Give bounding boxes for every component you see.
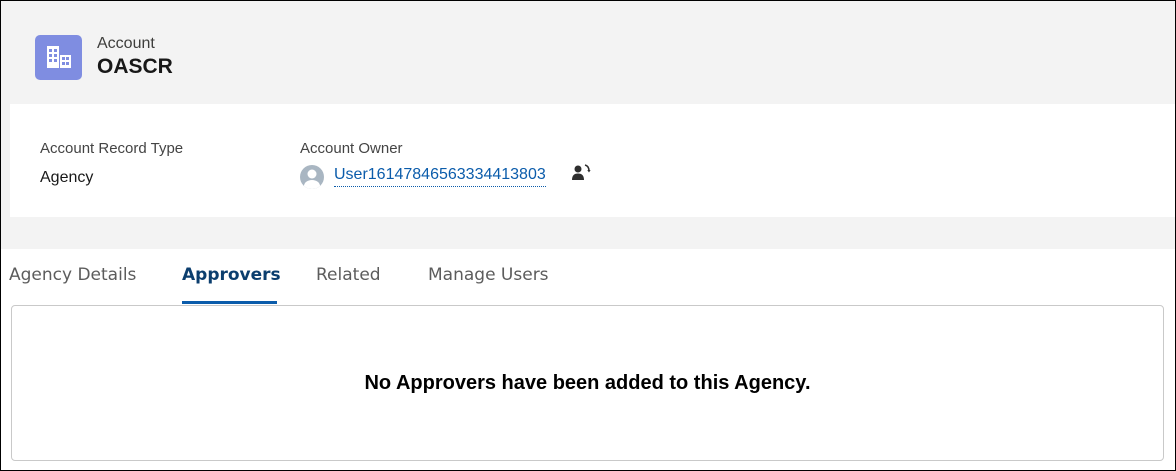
account-building-icon (35, 35, 82, 80)
change-owner-icon[interactable] (571, 163, 591, 183)
tab-related[interactable]: Related (316, 265, 381, 285)
approvers-card: No Approvers have been added to this Age… (11, 305, 1164, 461)
record-type-value: Agency (40, 169, 94, 186)
empty-state-message: No Approvers have been added to this Age… (364, 372, 811, 394)
object-type-label: Account (97, 35, 155, 52)
account-owner-link[interactable]: User16147846563334413803 (334, 166, 546, 187)
highlights-panel: Account Record Type Agency Account Owner… (10, 104, 1175, 217)
user-avatar-icon (300, 165, 324, 189)
record-header: Account OASCR (10, 1, 1175, 104)
tab-approvers[interactable]: Approvers (182, 265, 281, 285)
tab-agency-details[interactable]: Agency Details (9, 265, 136, 285)
page-frame: Account OASCR Account Record Type Agency… (0, 0, 1176, 471)
tabset: Agency Details Approvers Related Manage … (1, 249, 1175, 470)
active-tab-indicator (182, 301, 277, 304)
record-title: OASCR (97, 55, 173, 78)
tab-manage-users[interactable]: Manage Users (428, 265, 549, 285)
record-type-label: Account Record Type (40, 140, 184, 157)
account-owner-label: Account Owner (300, 140, 403, 157)
